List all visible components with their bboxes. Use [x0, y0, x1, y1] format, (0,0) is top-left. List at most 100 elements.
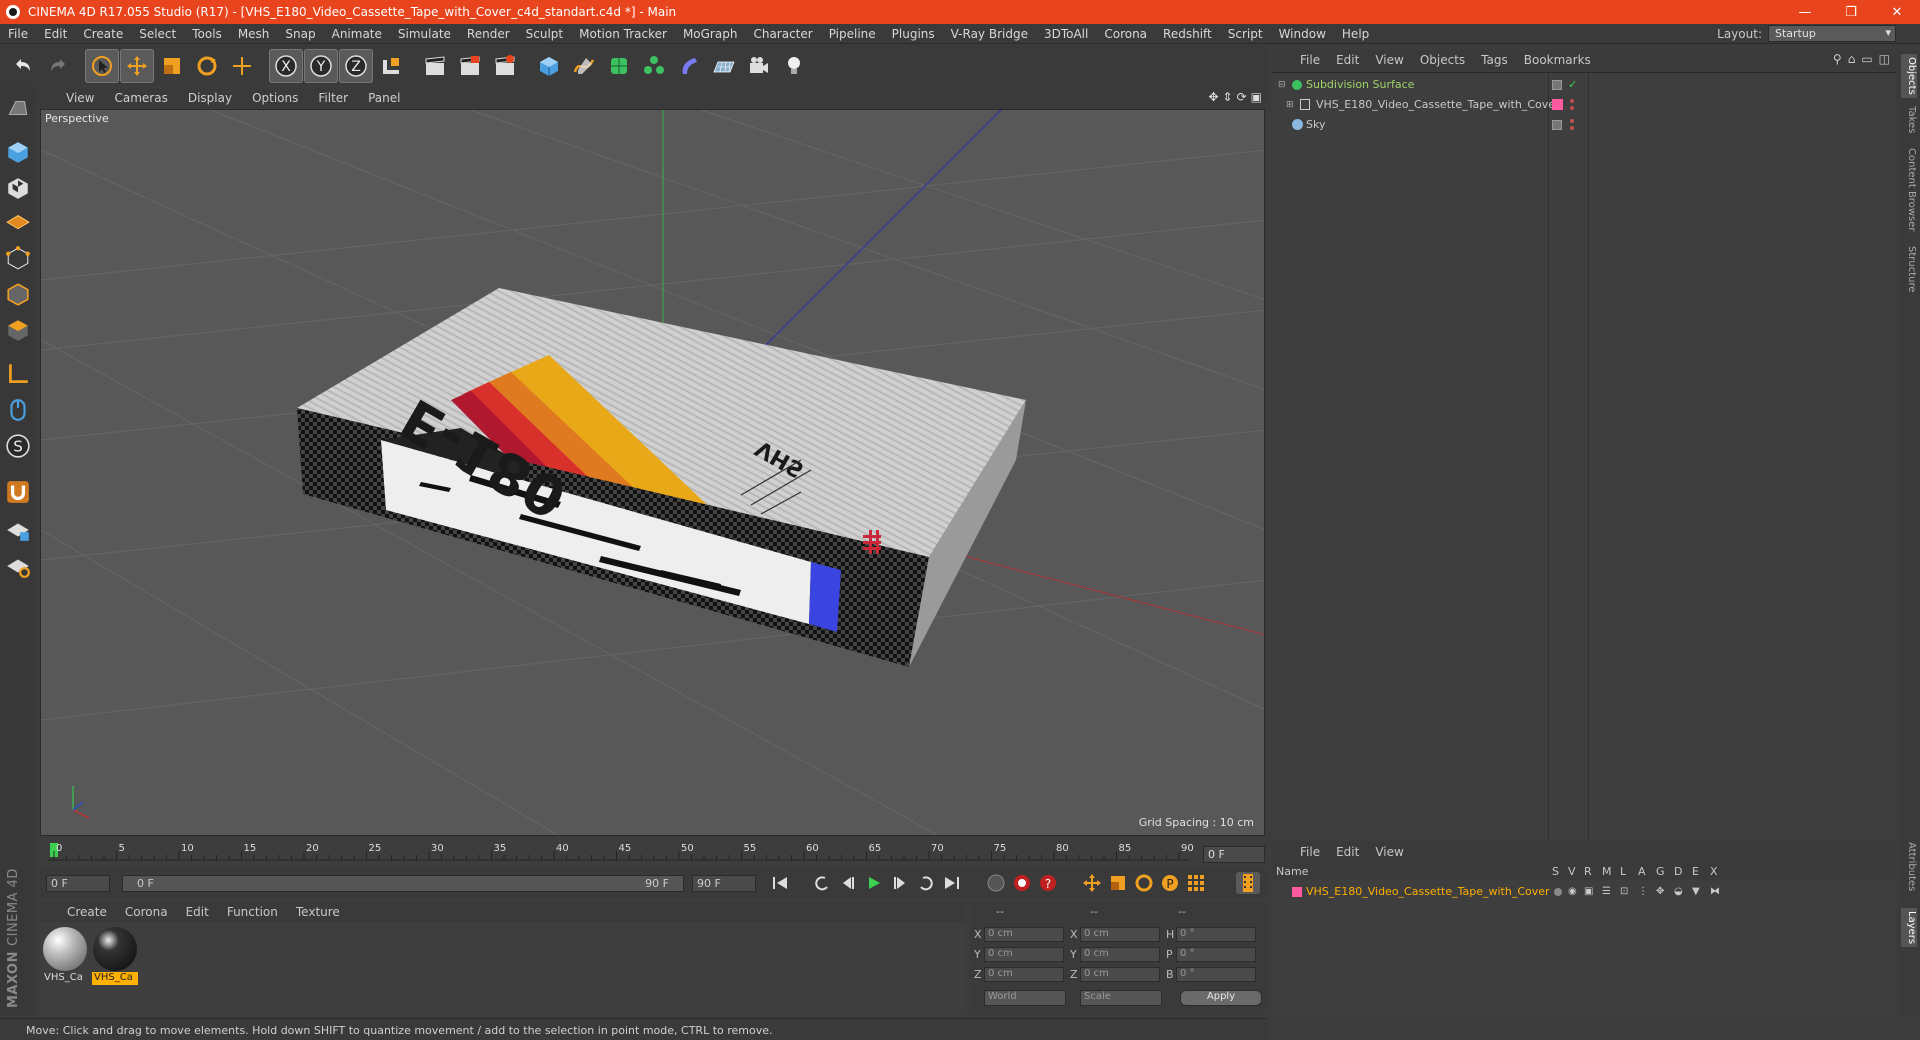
current-frame-field[interactable]: 0 F: [1203, 846, 1265, 863]
menu-render[interactable]: Render: [459, 27, 518, 41]
add-light-button[interactable]: [777, 49, 811, 83]
object-menu-objects[interactable]: Objects: [1412, 53, 1473, 67]
object-menu-bookmarks[interactable]: Bookmarks: [1516, 53, 1599, 67]
tab-attributes[interactable]: Attributes: [1901, 842, 1917, 891]
layer-deformer-icon[interactable]: ◒: [1674, 886, 1683, 897]
menu-tools[interactable]: Tools: [184, 27, 230, 41]
menu-corona[interactable]: Corona: [1096, 27, 1155, 41]
key-pla-button[interactable]: [1184, 872, 1208, 894]
viewport-menu-filter[interactable]: Filter: [308, 91, 358, 105]
tweak-mode-button[interactable]: [2, 394, 34, 426]
layer-generator-icon[interactable]: ✥: [1656, 886, 1664, 897]
viewport-orbit-icon[interactable]: ⟳: [1237, 90, 1247, 104]
layer-animation-icon[interactable]: ⋮: [1638, 886, 1648, 897]
size-mode-dropdown[interactable]: Scale: [1080, 990, 1162, 1006]
record-keys-button[interactable]: [984, 872, 1008, 894]
object-maximize-icon[interactable]: ◫: [1879, 52, 1890, 66]
go-to-end-button[interactable]: [940, 872, 964, 894]
menu-mesh[interactable]: Mesh: [230, 27, 278, 41]
menu-snap[interactable]: Snap: [277, 27, 323, 41]
timeline-ruler[interactable]: 0 5 10 15 20 25 30 35 40 45 50 55 60 65 70 75 80 85 90: [44, 840, 1264, 864]
x-axis-lock-button[interactable]: X: [269, 48, 303, 83]
play-button[interactable]: [862, 872, 886, 894]
tab-structure[interactable]: Structure: [1901, 246, 1917, 293]
viewport-pan-icon[interactable]: ✥: [1208, 90, 1218, 104]
z-axis-lock-button[interactable]: Z: [339, 48, 373, 83]
layer-menu-view[interactable]: View: [1367, 845, 1411, 859]
render-view-button[interactable]: [418, 49, 452, 83]
layer-col-name[interactable]: Name: [1276, 865, 1308, 878]
layer-col-xref[interactable]: X: [1710, 865, 1718, 878]
object-home-icon[interactable]: ⌂: [1848, 52, 1856, 66]
layer-row[interactable]: VHS_E180_Video_Cassette_Tape_with_Cover …: [1272, 882, 1896, 901]
coordinate-system-button[interactable]: [374, 49, 408, 83]
layer-render-icon[interactable]: ▣: [1584, 886, 1593, 897]
add-floor-button[interactable]: [707, 49, 741, 83]
material-menu-corona[interactable]: Corona: [116, 905, 177, 919]
material-swatch[interactable]: VHS_Ca: [42, 926, 88, 984]
menu-script[interactable]: Script: [1220, 27, 1271, 41]
perspective-viewport[interactable]: E-180 VHS Perspective Grid Spacing : 10 …: [40, 109, 1265, 836]
render-dot-icon[interactable]: [1570, 126, 1574, 130]
points-mode-button[interactable]: [2, 242, 34, 274]
layer-col-generators[interactable]: G: [1656, 865, 1665, 878]
render-dot-icon[interactable]: [1570, 106, 1574, 110]
menu-simulate[interactable]: Simulate: [390, 27, 459, 41]
viewport-menu-display[interactable]: Display: [178, 91, 242, 105]
layer-lock-icon[interactable]: ⊡: [1620, 886, 1628, 897]
autokey-button[interactable]: [1010, 872, 1034, 894]
layer-col-solo[interactable]: S: [1552, 865, 1559, 878]
add-mograph-button[interactable]: [637, 49, 671, 83]
layer-col-locked[interactable]: L: [1620, 865, 1626, 878]
undo-button[interactable]: [6, 49, 40, 83]
tab-layers[interactable]: Layers: [1901, 908, 1917, 948]
axis-mode-button[interactable]: [2, 358, 34, 390]
layer-color-swatch[interactable]: [1292, 886, 1302, 897]
edit-render-settings-button[interactable]: [488, 49, 522, 83]
menu-sculpt[interactable]: Sculpt: [518, 27, 571, 41]
object-menu-view[interactable]: View: [1367, 53, 1411, 67]
size-x-field[interactable]: 0 cm: [1080, 927, 1160, 942]
menu-vray-bridge[interactable]: V-Ray Bridge: [943, 27, 1036, 41]
menu-edit[interactable]: Edit: [36, 27, 75, 41]
make-editable-button[interactable]: [2, 92, 34, 124]
edges-mode-button[interactable]: [2, 278, 34, 310]
position-z-field[interactable]: 0 cm: [984, 967, 1064, 982]
rotation-p-field[interactable]: 0 °: [1176, 947, 1256, 962]
layer-solo-icon[interactable]: [1554, 887, 1562, 896]
menu-help[interactable]: Help: [1334, 27, 1377, 41]
texture-mode-button[interactable]: [2, 172, 34, 204]
layer-col-deformers[interactable]: D: [1674, 865, 1682, 878]
viewport-menu-options[interactable]: Options: [242, 91, 308, 105]
add-camera-button[interactable]: [742, 49, 776, 83]
size-z-field[interactable]: 0 cm: [1080, 967, 1160, 982]
material-menu-edit[interactable]: Edit: [177, 905, 218, 919]
restore-button[interactable]: ❐: [1828, 0, 1874, 24]
render-picture-viewer-button[interactable]: [453, 49, 487, 83]
layer-view-eye-icon[interactable]: ◉: [1568, 886, 1577, 897]
visibility-dot-icon[interactable]: [1570, 119, 1574, 123]
menu-select[interactable]: Select: [131, 27, 184, 41]
expand-toggle-icon[interactable]: ⊞: [1286, 100, 1294, 110]
viewport-menu-view[interactable]: View: [56, 91, 104, 105]
material-swatch-selected[interactable]: VHS_Ca: [92, 926, 138, 985]
object-row[interactable]: Sky: [1272, 115, 1896, 134]
workplane-mode-button[interactable]: [2, 204, 34, 236]
scale-tool-button[interactable]: [155, 49, 189, 83]
enabled-check-icon[interactable]: ✓: [1568, 78, 1577, 91]
move-tool-button[interactable]: [120, 48, 154, 83]
locked-workplane-button[interactable]: [2, 514, 34, 546]
menu-3dtoall[interactable]: 3DToAll: [1036, 27, 1096, 41]
viewport-maximize-icon[interactable]: ▣: [1251, 90, 1262, 104]
planar-workplane-button[interactable]: [2, 550, 34, 582]
viewport-menu-cameras[interactable]: Cameras: [104, 91, 177, 105]
last-tool-button[interactable]: [225, 49, 259, 83]
layer-col-animation[interactable]: A: [1638, 865, 1646, 878]
menu-pipeline[interactable]: Pipeline: [821, 27, 884, 41]
minimize-button[interactable]: —: [1782, 0, 1828, 24]
key-parameter-button[interactable]: P: [1158, 872, 1182, 894]
layer-col-manager[interactable]: M: [1602, 865, 1612, 878]
viewport-dolly-icon[interactable]: ⇕: [1223, 90, 1233, 104]
model-mode-button[interactable]: [2, 136, 34, 168]
preview-range-slider[interactable]: 0 F 90 F: [122, 875, 684, 892]
